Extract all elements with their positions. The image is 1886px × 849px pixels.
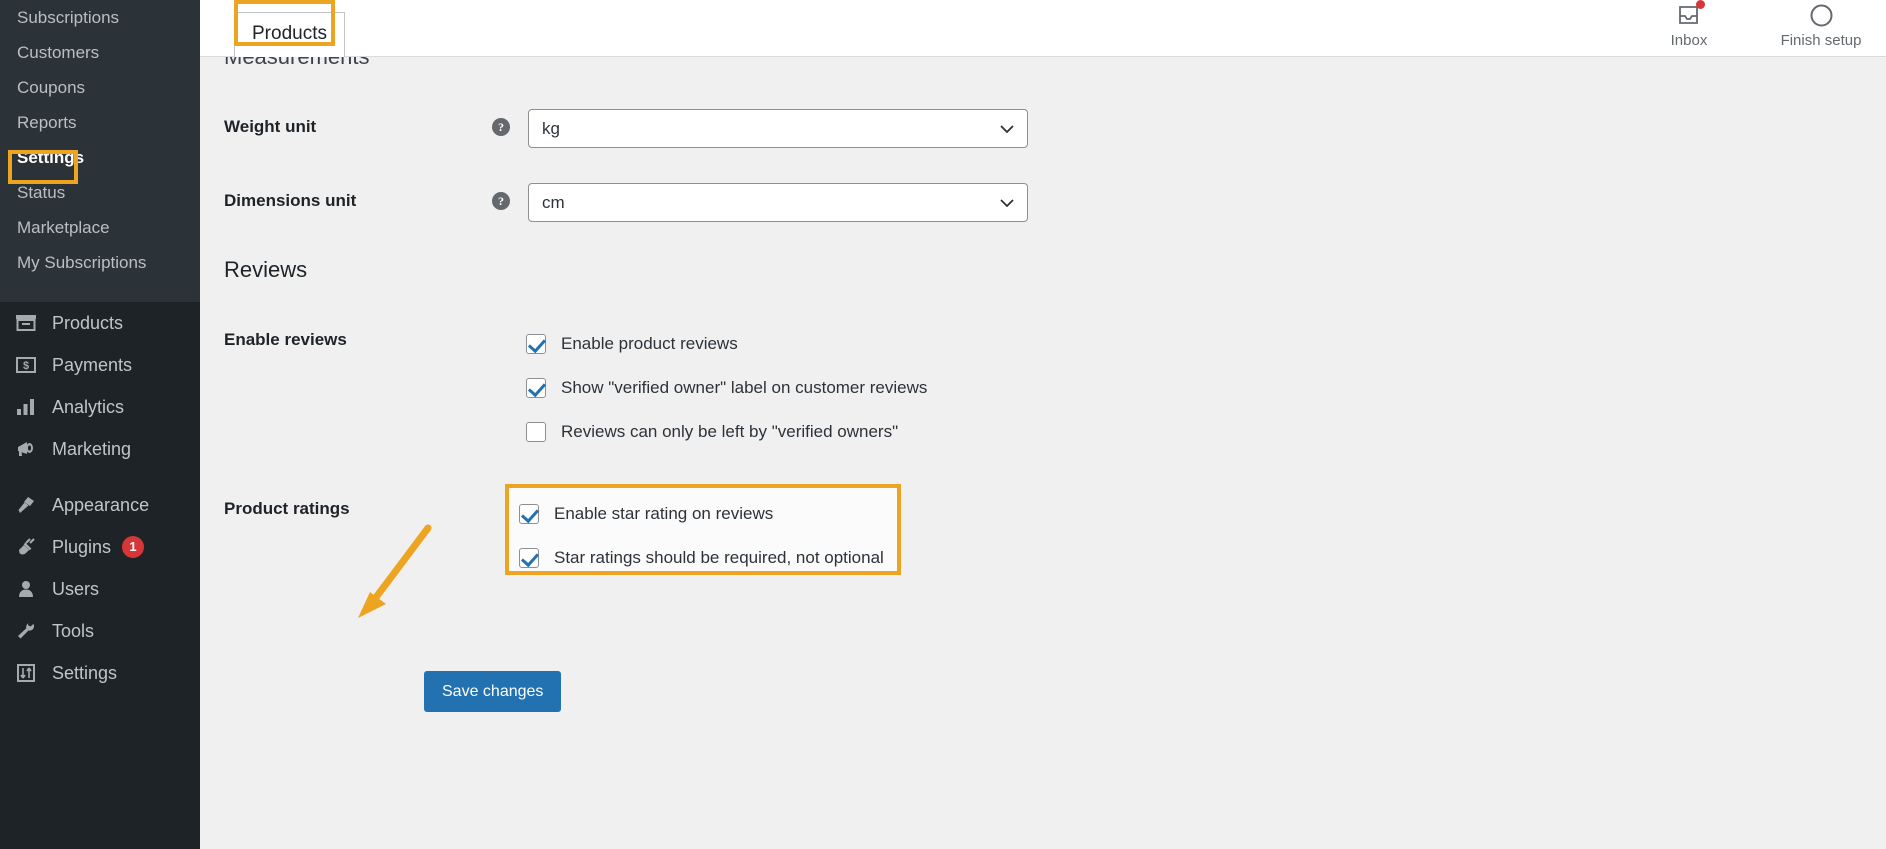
checkbox-reviews-verified-owners-only[interactable]: Reviews can only be left by "verified ow… — [526, 410, 927, 454]
marketing-icon — [10, 437, 42, 461]
dimensions-unit-help-icon[interactable]: ? — [492, 192, 510, 210]
sidebar-item-products[interactable]: Products — [0, 302, 200, 344]
payments-icon: $ — [10, 353, 42, 377]
product-ratings-label: Product ratings — [224, 499, 350, 518]
sidebar-item-label: Payments — [52, 355, 133, 375]
settings-tab-nav: Products — [234, 0, 345, 57]
product-ratings-row: Product ratings — [224, 491, 492, 520]
sidebar-item-appearance[interactable]: Appearance — [0, 484, 200, 526]
sidebar-item-label: Users — [52, 579, 100, 599]
checkbox-show-verified-owner-label[interactable]: Show "verified owner" label on customer … — [526, 366, 927, 410]
weight-unit-help-icon[interactable]: ? — [492, 118, 510, 136]
checkbox-label: Reviews can only be left by "verified ow… — [561, 422, 899, 441]
sidebar-item-plugins[interactable]: Plugins 1 — [0, 526, 200, 568]
sidebar-item-label: Settings — [52, 663, 118, 683]
checkbox-label: Show "verified owner" label on customer … — [561, 378, 928, 397]
reviews-heading: Reviews — [224, 257, 308, 282]
sidebar-item-label: Plugins — [52, 537, 112, 557]
checkbox-enable-product-reviews[interactable]: Enable product reviews — [526, 322, 927, 366]
enable-reviews-checkbox-group: Enable product reviews Show "verified ow… — [526, 322, 927, 454]
checkbox-label: Star ratings should be required, not opt… — [554, 548, 884, 567]
page-header: Products Inbox Finish setup — [200, 0, 1886, 57]
sidebar-item-tools[interactable]: Tools — [0, 610, 200, 652]
progress-circle-icon — [1809, 2, 1834, 29]
sidebar-subitem-settings[interactable]: Settings — [0, 140, 200, 175]
inbox-notification-dot — [1695, 0, 1705, 9]
weight-unit-select[interactable]: kg — [528, 109, 1028, 148]
sidebar-item-marketing[interactable]: Marketing — [0, 428, 200, 470]
checkbox-box[interactable] — [519, 504, 539, 524]
plugins-update-badge: 1 — [122, 536, 145, 558]
sidebar-item-label: Tools — [52, 621, 95, 641]
sidebar-item-label: Products — [52, 313, 124, 333]
sidebar-subitem-my-subscriptions[interactable]: My Subscriptions — [0, 245, 200, 280]
sidebar-subitem-customers[interactable]: Customers — [0, 35, 200, 70]
checkbox-label: Enable product reviews — [561, 334, 738, 353]
inbox-label: Inbox — [1670, 32, 1708, 49]
svg-text:$: $ — [23, 360, 29, 372]
products-icon — [10, 311, 42, 335]
checkbox-box[interactable] — [526, 378, 546, 398]
checkbox-star-ratings-required[interactable]: Star ratings should be required, not opt… — [519, 536, 889, 580]
enable-reviews-row: Enable reviews Enable product reviews Sh… — [224, 322, 927, 454]
plugins-icon — [10, 535, 42, 559]
dimensions-unit-row: Dimensions unit ? cm — [224, 183, 1028, 222]
inbox-icon — [1677, 0, 1705, 29]
appearance-icon — [10, 493, 42, 517]
checkbox-box[interactable] — [526, 334, 546, 354]
weight-unit-label: Weight unit — [224, 117, 317, 136]
app-root: Subscriptions Customers Coupons Reports … — [0, 0, 1886, 849]
chevron-down-icon — [1000, 198, 1014, 207]
sidebar-item-users[interactable]: Users — [0, 568, 200, 610]
weight-unit-row: Weight unit ? kg — [224, 109, 1028, 148]
users-icon — [10, 577, 42, 601]
checkbox-label: Enable star rating on reviews — [554, 504, 774, 523]
measurements-heading: Measurements — [224, 57, 370, 70]
dimensions-unit-label: Dimensions unit — [224, 191, 357, 210]
settings-icon — [10, 661, 42, 685]
woocommerce-submenu: Subscriptions Customers Coupons Reports … — [0, 0, 200, 302]
product-ratings-checkbox-group: Enable star rating on reviews Star ratin… — [519, 492, 889, 580]
finish-setup-label: Finish setup — [1780, 32, 1862, 49]
admin-sidebar: Subscriptions Customers Coupons Reports … — [0, 0, 200, 849]
sidebar-item-settings[interactable]: Settings — [0, 652, 200, 694]
checkbox-box[interactable] — [526, 422, 546, 442]
dimensions-unit-value: cm — [542, 192, 565, 212]
finish-setup-button[interactable]: Finish setup — [1778, 2, 1864, 50]
sidebar-item-label: Marketing — [52, 439, 132, 459]
sidebar-subitem-subscriptions[interactable]: Subscriptions — [0, 0, 200, 35]
sidebar-subitem-reports[interactable]: Reports — [0, 105, 200, 140]
enable-reviews-label: Enable reviews — [224, 330, 347, 349]
chevron-down-icon — [1000, 124, 1014, 133]
sidebar-divider — [0, 470, 200, 484]
checkbox-box[interactable] — [519, 548, 539, 568]
sidebar-subitem-status[interactable]: Status — [0, 175, 200, 210]
analytics-icon — [10, 395, 42, 419]
checkbox-enable-star-rating[interactable]: Enable star rating on reviews — [519, 492, 889, 536]
settings-content: Measurements Weight unit ? kg Dimensions… — [200, 57, 1886, 849]
tools-icon — [10, 619, 42, 643]
inbox-button[interactable]: Inbox — [1646, 0, 1732, 50]
dimensions-unit-select[interactable]: cm — [528, 183, 1028, 222]
sidebar-item-label: Appearance — [52, 495, 150, 515]
sidebar-item-payments[interactable]: $ Payments — [0, 344, 200, 386]
sidebar-item-analytics[interactable]: Analytics — [0, 386, 200, 428]
tab-products[interactable]: Products — [234, 12, 345, 57]
sidebar-subitem-marketplace[interactable]: Marketplace — [0, 210, 200, 245]
sidebar-subitem-coupons[interactable]: Coupons — [0, 70, 200, 105]
header-actions: Inbox Finish setup — [1646, 0, 1864, 57]
sidebar-item-label: Analytics — [52, 397, 125, 417]
save-changes-button[interactable]: Save changes — [424, 671, 562, 712]
weight-unit-value: kg — [542, 118, 560, 138]
